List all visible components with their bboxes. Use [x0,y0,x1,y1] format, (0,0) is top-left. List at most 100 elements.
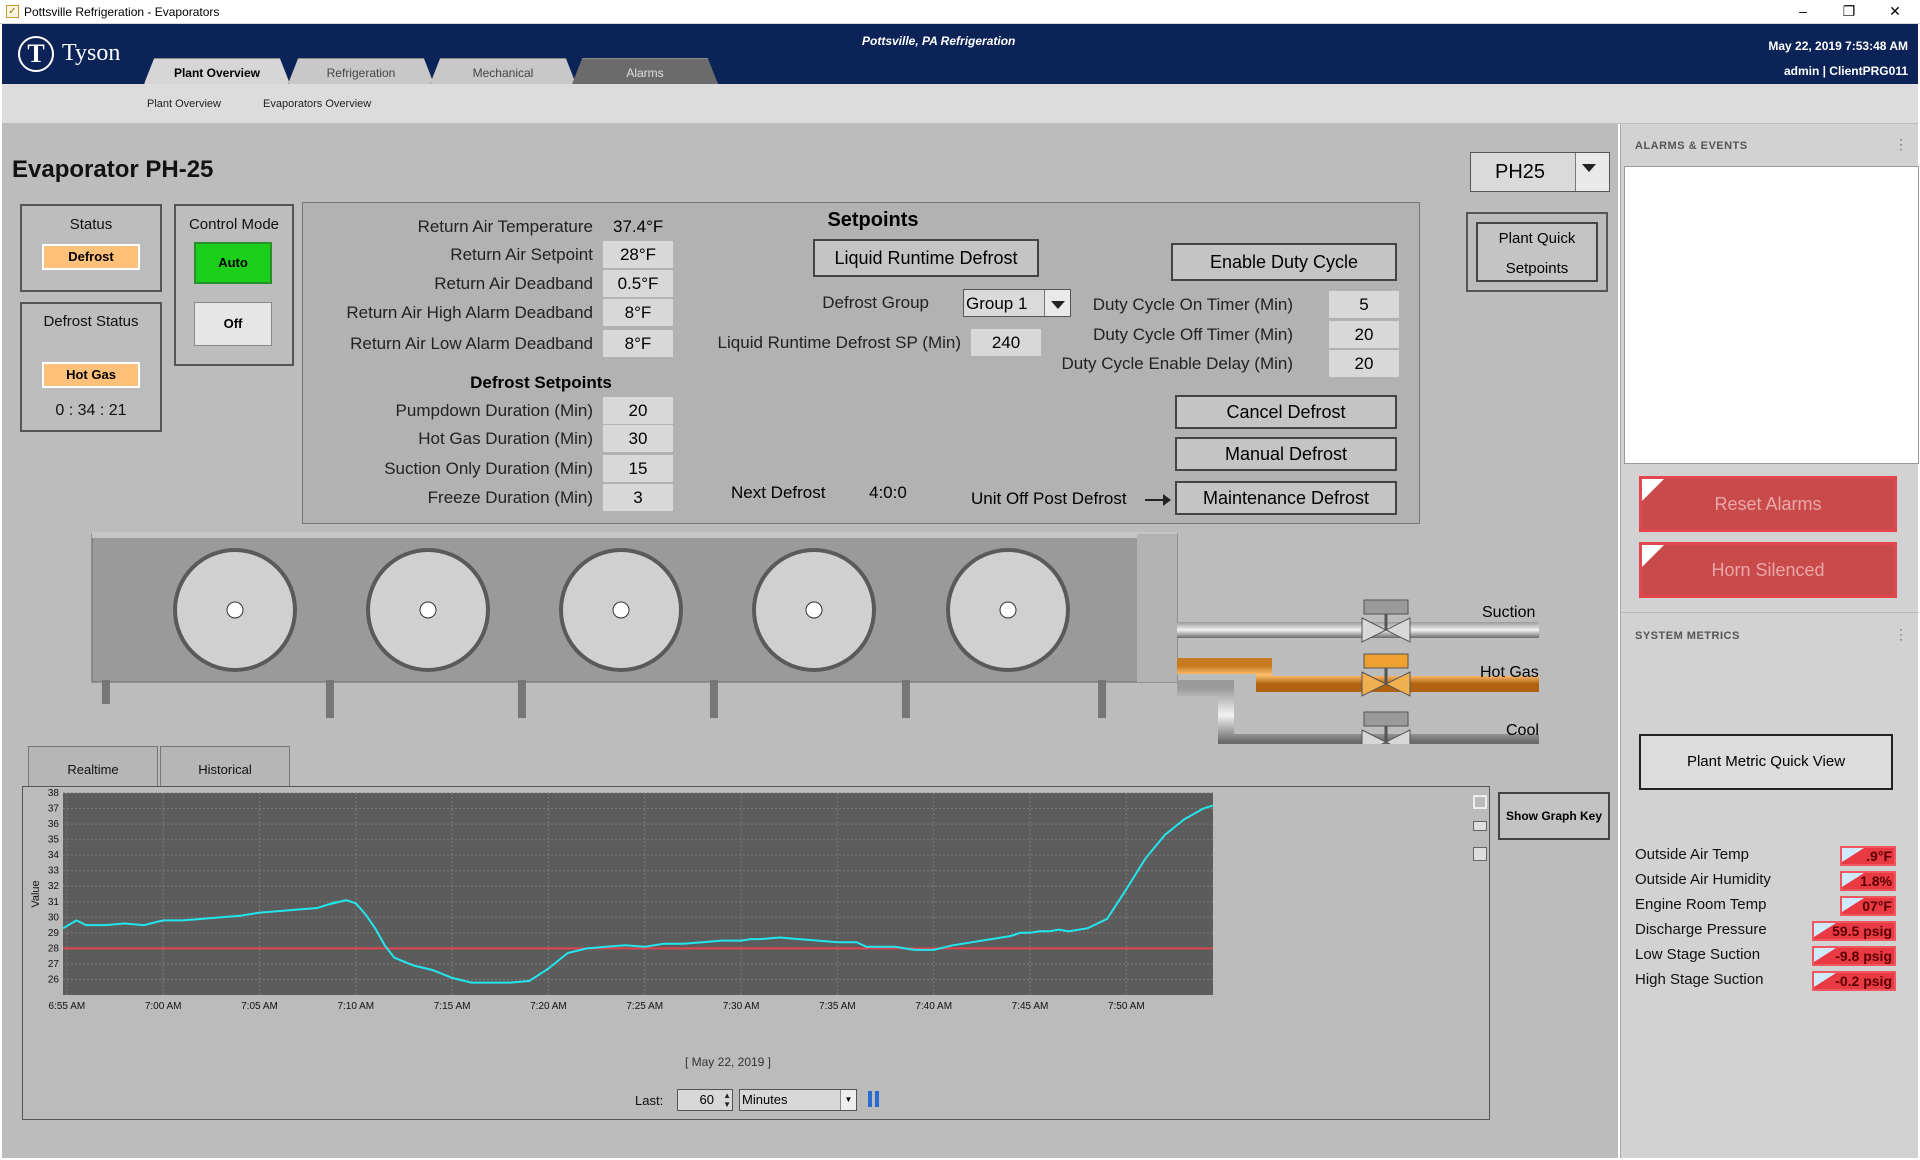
cool-valve-icon [1361,711,1411,744]
return-air-deadband-field[interactable]: 0.5°F [603,270,673,297]
tab-realtime[interactable]: Realtime [28,746,158,790]
maintenance-defrost-button[interactable]: Maintenance Defrost [1175,481,1397,515]
time-unit-select[interactable]: Minutes ▼ [739,1089,857,1111]
x-tick-label: 7:35 AM [819,1001,856,1012]
system-metrics-title: SYSTEM METRICS [1635,630,1740,642]
duty-cycle-label: Duty Cycle On Timer (Min) [1092,295,1293,314]
more-options-icon[interactable]: ⋮ [1894,626,1908,643]
last-value-stepper[interactable]: 60 ▲ ▼ [677,1089,733,1111]
restore-button[interactable]: ❐ [1826,0,1872,24]
print-icon[interactable] [1473,821,1487,831]
x-tick-label: 7:10 AM [337,1001,374,1012]
cool-pipe [1177,680,1539,744]
metric-label: Outside Air Humidity [1635,871,1771,888]
y-tick-label: 31 [48,897,60,908]
flag-icon [1642,479,1664,501]
time-unit-value: Minutes [742,1092,788,1107]
metric-label: Engine Room Temp [1635,896,1767,913]
fan-icon [366,548,490,672]
suction-only-duration-field[interactable]: 15 [603,455,673,482]
duty-off-timer-field[interactable]: 20 [1329,321,1399,348]
pumpdown-duration-field[interactable]: 20 [603,397,673,424]
defrost-status-label: Defrost Status [43,313,139,330]
next-defrost-label: Next Defrost [731,483,826,502]
chevron-down-icon [1575,153,1609,191]
save-icon[interactable] [1473,847,1487,861]
suction-pipe [1177,622,1539,638]
tab-alarms[interactable]: Alarms [572,58,718,84]
cancel-defrost-button[interactable]: Cancel Defrost [1175,395,1397,429]
horn-silenced-label: Horn Silenced [1711,560,1825,580]
x-tick-label: 7:15 AM [434,1001,471,1012]
tab-plant-overview[interactable]: Plant Overview [144,58,290,84]
reading-label: Return Air Temperature [417,217,593,236]
x-tick-label: 7:45 AM [1012,1001,1049,1012]
y-tick-label: 28 [48,943,60,954]
setpoints-title: Setpoints [827,209,919,231]
low-alarm-deadband-field[interactable]: 8°F [603,330,673,357]
subnav-evaporators-overview[interactable]: Evaporators Overview [263,98,371,110]
fan-icon [752,548,876,672]
status-indicator: Defrost [42,244,140,270]
expand-icon[interactable] [1473,795,1487,809]
right-sidebar: ALARMS & EVENTS ⋮ Reset Alarms Horn Sile… [1620,124,1919,1158]
high-alarm-deadband-field[interactable]: 8°F [603,299,673,326]
window-title: Pottsville Refrigeration - Evaporators [24,5,220,19]
manual-defrost-button[interactable]: Manual Defrost [1175,437,1397,471]
metric-label: Outside Air Temp [1635,846,1749,863]
x-tick-label: 7:00 AM [145,1001,182,1012]
defrost-status-panel: Defrost Status Hot Gas 0 : 34 : 21 [20,302,162,432]
enable-duty-cycle-button[interactable]: Enable Duty Cycle [1171,243,1397,281]
y-tick-label: 34 [48,850,60,861]
x-tick-label: 7:05 AM [241,1001,278,1012]
reset-alarms-label: Reset Alarms [1714,494,1822,514]
duty-enable-delay-field[interactable]: 20 [1329,350,1399,377]
unit-select[interactable]: PH25 [1470,152,1610,192]
show-graph-key-button[interactable]: Show Graph Key [1498,792,1610,840]
defrost-setpoint-label: Pumpdown Duration (Min) [395,401,593,420]
y-tick-label: 30 [48,912,60,923]
hot-gas-duration-field[interactable]: 30 [603,425,673,452]
fan-icon [946,548,1070,672]
tyson-logo-mark: T [18,36,54,72]
unit-select-value: PH25 [1495,161,1546,183]
tab-mechanical[interactable]: Mechanical [430,58,576,84]
close-button[interactable]: ✕ [1872,0,1918,24]
graph-frame: 26 27 28 29 30 31 32 33 34 35 36 37 38 6:55 AM 7:00 AM… [22,786,1490,1120]
header-user: admin | ClientPRG011 [1783,64,1908,78]
defrost-setpoint-label: Hot Gas Duration (Min) [418,429,593,448]
alarms-list[interactable] [1624,166,1919,464]
tab-historical[interactable]: Historical [160,746,290,790]
metric-value: -9.8 psig [1812,946,1896,966]
tyson-logo-text: Tyson [62,40,121,66]
x-tick-label: 7:50 AM [1108,1001,1145,1012]
more-options-icon[interactable]: ⋮ [1894,136,1908,153]
plant-metric-quick-view-button[interactable]: Plant Metric Quick View [1639,734,1893,790]
reset-alarms-button[interactable]: Reset Alarms [1639,476,1897,532]
y-tick-label: 27 [48,959,60,970]
off-mode-button[interactable]: Off [194,302,272,346]
duty-on-timer-field[interactable]: 5 [1329,291,1399,318]
stepper-icon[interactable]: ▲ ▼ [723,1091,731,1109]
x-tick-label: 7:30 AM [723,1001,760,1012]
main-panel: Evaporator PH-25 Status Defrost Defrost … [2,124,1618,1158]
minimize-button[interactable]: – [1780,0,1826,24]
x-tick-label: 7:20 AM [530,1001,567,1012]
subnav-plant-overview[interactable]: Plant Overview [147,98,221,110]
auto-mode-button[interactable]: Auto [194,242,272,284]
tab-refrigeration[interactable]: Refrigeration [288,58,434,84]
liquid-runtime-defrost-button[interactable]: Liquid Runtime Defrost [813,239,1039,277]
horn-silenced-button[interactable]: Horn Silenced [1639,542,1897,598]
quick-setpoints-frame: Plant Quick Setpoints [1466,212,1608,292]
defrost-setpoints-title: Defrost Setpoints [470,373,612,392]
return-air-setpoint-field[interactable]: 28°F [603,241,673,268]
freeze-duration-field[interactable]: 3 [603,484,673,511]
chart-date: [ May 22, 2019 ] [684,1055,772,1069]
plant-quick-setpoints-button[interactable]: Plant Quick Setpoints [1476,222,1598,282]
pause-icon[interactable] [867,1091,881,1107]
setpoints-panel: Return Air Temperature 37.4°F Return Air… [302,202,1420,524]
alarms-events-title: ALARMS & EVENTS [1635,140,1748,152]
y-tick-label: 33 [48,866,60,877]
defrost-setpoint-label: Suction Only Duration (Min) [384,459,593,478]
site-name: Pottsville, PA Refrigeration [862,34,1016,48]
